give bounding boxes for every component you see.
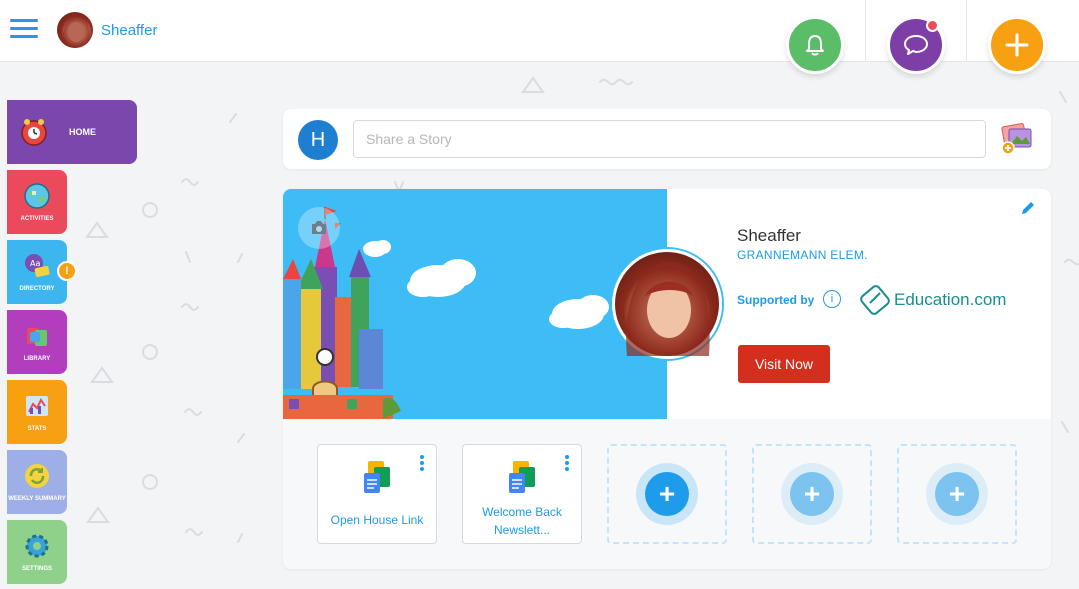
unread-dot <box>926 19 939 32</box>
top-bar: Sheaffer <box>0 0 1079 74</box>
create-button[interactable] <box>988 16 1046 74</box>
sponsor-logo[interactable]: Education.com <box>860 285 1006 315</box>
change-cover-button[interactable] <box>298 207 340 249</box>
svg-text:Aa: Aa <box>30 259 40 268</box>
gear-icon <box>25 534 49 557</box>
people-icon: Aa <box>25 253 50 277</box>
sidebar-item-label: ACTIVITIES <box>20 215 54 222</box>
menu-icon[interactable] <box>10 19 38 41</box>
share-story-bar: H <box>283 109 1051 169</box>
sidebar-item-stats[interactable]: STATS <box>7 380 67 444</box>
bell-icon <box>806 35 824 56</box>
sidebar-item-label: DIRECTORY <box>19 285 55 292</box>
share-story-input[interactable] <box>353 120 986 158</box>
link-tile[interactable]: Welcome Back Newslett... <box>462 444 582 544</box>
profile-name: Sheaffer <box>737 226 801 245</box>
divider <box>865 0 866 62</box>
sidebar-item-home[interactable]: HOME <box>7 100 137 164</box>
supported-by-label: Supported by <box>737 293 815 307</box>
sidebar-item-weekly-summary[interactable]: WEEKLY SUMMARY <box>7 450 67 514</box>
sidebar-item-label: HOME <box>69 127 96 137</box>
add-link-button[interactable]: + <box>752 444 872 544</box>
add-link-button[interactable]: + <box>897 444 1017 544</box>
books-icon <box>27 327 47 346</box>
avatar[interactable] <box>57 12 93 48</box>
plus-icon: + <box>645 472 689 516</box>
link-title: Open House Link <box>330 513 424 527</box>
sidebar-item-settings[interactable]: SETTINGS <box>7 520 67 584</box>
sponsor-name: Education.com <box>894 290 1007 309</box>
castle-illustration <box>283 207 609 419</box>
refresh-icon <box>25 463 49 488</box>
add-photo-icon[interactable] <box>999 122 1035 156</box>
profile-photo[interactable] <box>612 249 722 359</box>
sidebar-item-library[interactable]: LIBRARY <box>7 310 67 374</box>
paperclip-icon <box>860 285 890 315</box>
more-options-icon[interactable] <box>420 455 424 473</box>
sidebar-item-label: WEEKLY SUMMARY <box>8 495 66 502</box>
profile-banner <box>283 189 667 419</box>
notifications-button[interactable] <box>786 16 844 74</box>
link-tile[interactable]: Open House Link <box>317 444 437 544</box>
plus-icon: + <box>935 472 979 516</box>
sidebar-item-label: STATS <box>27 425 47 432</box>
chat-bubble-icon <box>904 35 928 55</box>
story-avatar: H <box>298 120 338 160</box>
sidebar-item-activities[interactable]: ACTIVITIES <box>7 170 67 234</box>
messages-button[interactable] <box>887 16 945 74</box>
alert-badge: ! <box>57 261 77 281</box>
visit-now-button[interactable]: Visit Now <box>738 345 830 383</box>
plus-icon <box>1005 33 1029 57</box>
google-docs-icon <box>364 461 390 493</box>
quick-links-area: Open House Link Welcome Back Newslett...… <box>283 419 1051 569</box>
profile-card: Sheaffer GRANNEMANN ELEM. Supported by i… <box>283 189 1051 569</box>
plus-icon: + <box>790 472 834 516</box>
school-bell-icon <box>21 119 47 146</box>
divider <box>966 0 967 62</box>
chart-icon <box>26 395 48 416</box>
sidebar-item-label: SETTINGS <box>21 565 52 572</box>
more-options-icon[interactable] <box>565 455 569 473</box>
info-icon[interactable]: i <box>823 290 841 308</box>
add-link-button[interactable]: + <box>607 444 727 544</box>
school-name: GRANNEMANN ELEM. <box>737 248 868 262</box>
camera-icon <box>312 221 326 234</box>
user-name[interactable]: Sheaffer <box>101 22 157 39</box>
link-title: Welcome Back Newslett... <box>482 505 562 537</box>
google-docs-icon <box>509 461 535 493</box>
sidebar-item-label: LIBRARY <box>23 355 51 362</box>
pencil-icon[interactable] <box>1020 200 1036 216</box>
globe-icon <box>24 182 50 209</box>
